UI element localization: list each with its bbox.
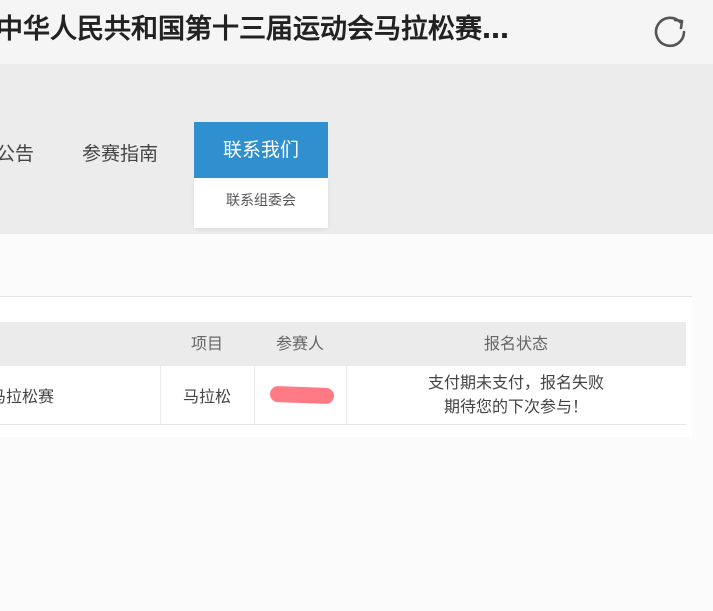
status-line-1: 支付期未支付，报名失败 [427,373,604,392]
redaction-mark [269,385,335,405]
dropdown-item-organizing-committee[interactable]: 联系组委会 [194,190,328,210]
column-header-status: 报名状态 [483,334,548,353]
cell-project: 马拉松 [182,387,231,406]
column-header-project: 项目 [190,334,223,353]
contact-dropdown: 联系组委会 [194,178,328,228]
nav-item-announcement[interactable]: 公告 [0,136,34,172]
refresh-icon[interactable] [648,8,692,52]
nav-item-guide[interactable]: 参赛指南 [82,136,158,172]
nav-item-contact-active[interactable]: 联系我们 [194,122,328,178]
title-bar: 中华人民共和国第十三届运动会马拉松赛… [0,0,713,64]
page-title: 中华人民共和国第十三届运动会马拉松赛… [0,14,509,45]
column-header-participant: 参赛人 [275,334,324,353]
cell-status: 支付期未支付，报名失败 期待您的下次参与！ [346,366,686,424]
status-line-2: 期待您的下次参与！ [443,397,588,416]
cell-event: 马拉松赛 [0,387,55,406]
